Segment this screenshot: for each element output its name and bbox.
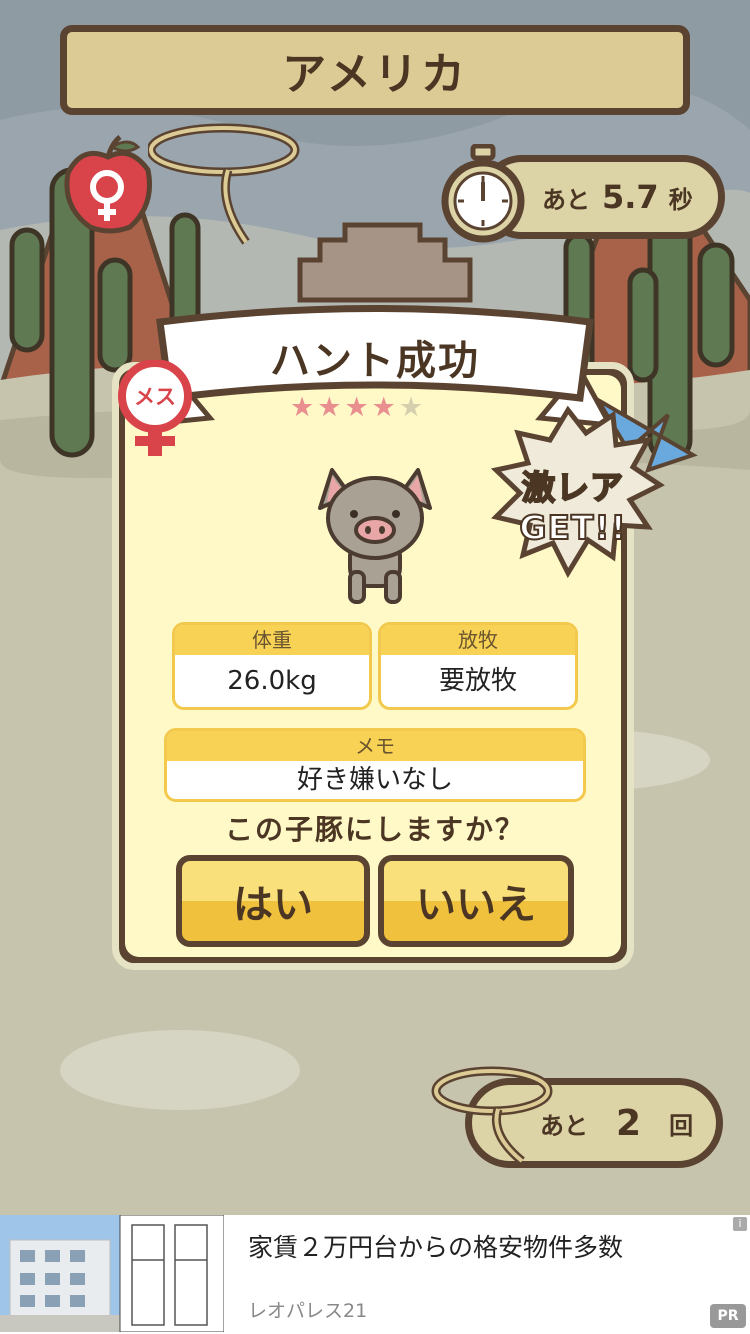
pasture-label: 放牧: [381, 625, 575, 655]
ad-property-image[interactable]: [0, 1215, 224, 1332]
no-button[interactable]: いいえ: [378, 855, 574, 947]
stopwatch-icon: [441, 144, 525, 243]
star-filled-icon: ★: [290, 392, 318, 423]
confirm-question: この子豚にしますか？: [224, 813, 525, 846]
attempts-suffix: 回: [669, 1111, 694, 1140]
rare-line-2: GET!!: [518, 507, 627, 548]
ad-sponsor[interactable]: レオパレス21: [248, 1296, 367, 1323]
lasso-coil-icon: [431, 1066, 553, 1165]
weight-stat: 体重 26.0kg: [172, 622, 372, 710]
ad-pr-badge: PR: [710, 1304, 746, 1328]
time-value: 5.7: [602, 178, 659, 216]
rare-line-1: 激レア: [521, 467, 624, 508]
stage-title: アメリカ: [282, 49, 468, 100]
female-badge-label: メス: [134, 385, 176, 409]
lasso-rope-icon: [148, 123, 300, 245]
attempts-value: 2: [616, 1102, 642, 1144]
pasture-value: 要放牧: [438, 666, 517, 696]
time-suffix: 秒: [668, 185, 693, 214]
piglet-character: [318, 468, 432, 604]
pasture-stat: 放牧 要放牧: [378, 622, 578, 710]
star-filled-icon: ★: [371, 392, 399, 423]
hunt-success-title: ハント成功: [270, 338, 480, 384]
ad-title[interactable]: 家賃２万円台からの格安物件多数: [248, 1228, 623, 1264]
rare-get-badge: 激レア GET!!: [498, 467, 648, 548]
apple-female-icon: [64, 135, 153, 234]
weight-label: 体重: [175, 625, 369, 655]
time-prefix: あと: [542, 185, 590, 214]
memo-label: メモ: [167, 731, 583, 761]
star-filled-icon: ★: [344, 392, 372, 423]
star-filled-icon: ★: [317, 392, 345, 423]
stage-title-board: アメリカ: [60, 25, 690, 115]
memo-value: 好き嫌いなし: [296, 765, 453, 795]
rarity-stars: ★★★★★: [290, 392, 426, 423]
ad-info-icon[interactable]: i: [733, 1217, 747, 1231]
star-empty-icon: ★: [398, 392, 427, 423]
weight-value: 26.0kg: [227, 666, 317, 696]
yes-button[interactable]: はい: [176, 855, 370, 947]
memo-stat: メモ 好き嫌いなし: [164, 728, 586, 802]
